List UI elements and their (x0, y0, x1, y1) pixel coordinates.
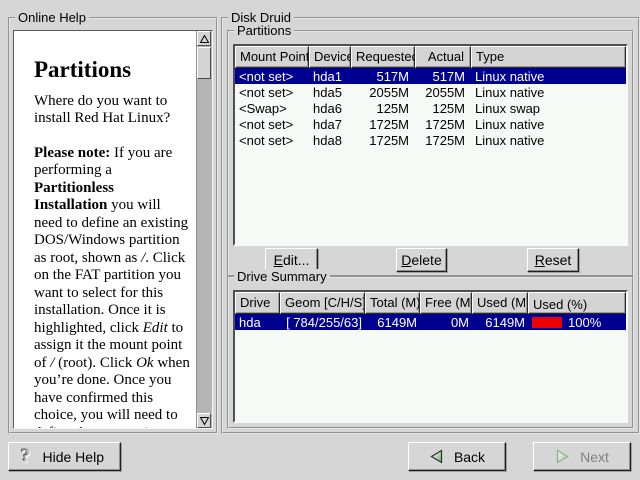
partition-row[interactable]: <not set>hda81725M1725MLinux native (235, 132, 626, 148)
help-paragraph-intro: Where do you want to install Red Hat Lin… (34, 93, 190, 128)
hide-help-button[interactable]: ? Hide Help (8, 442, 121, 471)
drive-summary-frame: Drive Summary Drive Geom [C/H/S] Total (… (227, 276, 634, 429)
cell-device: hda6 (309, 101, 351, 116)
drive-summary-table-header: Drive Geom [C/H/S] Total (M) Free (M) Us… (235, 292, 626, 314)
cell-used-pct: 100% (528, 315, 626, 330)
column-header-geom[interactable]: Geom [C/H/S] (280, 292, 365, 314)
cell-mount-point: <not set> (235, 117, 309, 132)
reset-button[interactable]: Reset (527, 248, 579, 272)
cell-used-m: 6149M (472, 315, 528, 330)
drive-summary-frame-label: Drive Summary (234, 269, 330, 284)
column-header-drive[interactable]: Drive (235, 292, 280, 314)
cell-type: Linux native (471, 69, 626, 84)
partitions-frame-label: Partitions (234, 23, 294, 38)
cell-type: Linux swap (471, 101, 626, 116)
help-note-bold: Partitionless Installation (34, 180, 114, 214)
used-percent-value: 100% (568, 315, 601, 330)
cell-mount-point: <not set> (235, 133, 309, 148)
scroll-down-icon[interactable] (197, 413, 211, 428)
help-paragraph-note: Please note: If you are performing a Par… (34, 145, 190, 429)
partitions-table-body: <not set>hda1517M517MLinux native<not se… (235, 68, 626, 244)
online-help-frame-label: Online Help (15, 10, 89, 25)
back-arrow-icon (429, 449, 444, 464)
cell-actual: 1725M (415, 117, 471, 132)
back-button-label: Back (454, 449, 485, 465)
column-header-total[interactable]: Total (M) (365, 292, 420, 314)
disk-druid-frame: Disk Druid Partitions Mount Point Device… (221, 17, 640, 434)
next-button[interactable]: Next (533, 442, 631, 471)
delete-button[interactable]: Delete (396, 248, 447, 272)
cell-mount-point: <not set> (235, 85, 309, 100)
cell-actual: 2055M (415, 85, 471, 100)
cell-requested: 1725M (351, 133, 415, 148)
cell-device: hda5 (309, 85, 351, 100)
column-header-device[interactable]: Device (309, 46, 351, 68)
column-header-used-m[interactable]: Used (M) (472, 292, 528, 314)
column-header-requested[interactable]: Requested (351, 46, 415, 68)
cell-type: Linux native (471, 117, 626, 132)
drive-row[interactable]: hda[ 784/255/63]6149M0M6149M100% (235, 314, 626, 330)
cell-actual: 125M (415, 101, 471, 116)
partitions-table-header: Mount Point Device Requested Actual Type (235, 46, 626, 68)
column-header-type[interactable]: Type (471, 46, 626, 68)
cell-type: Linux native (471, 133, 626, 148)
question-mark-icon: ? (21, 447, 31, 466)
cell-requested: 1725M (351, 117, 415, 132)
partition-row[interactable]: <Swap>hda6125M125MLinux swap (235, 100, 626, 116)
cell-device: hda1 (309, 69, 351, 84)
delete-button-label: elete (411, 252, 441, 268)
reset-button-label: eset (545, 252, 571, 268)
back-button[interactable]: Back (408, 442, 506, 471)
drive-summary-table: Drive Geom [C/H/S] Total (M) Free (M) Us… (233, 290, 628, 423)
cell-requested: 125M (351, 101, 415, 116)
cell-actual: 1725M (415, 133, 471, 148)
cell-requested: 2055M (351, 85, 415, 100)
help-scrollbar[interactable] (196, 31, 212, 428)
column-header-mount-point[interactable]: Mount Point (235, 46, 309, 68)
cell-device: hda7 (309, 117, 351, 132)
column-header-actual[interactable]: Actual (415, 46, 471, 68)
cell-device: hda8 (309, 133, 351, 148)
used-percent-bar (532, 317, 562, 328)
scroll-up-icon[interactable] (197, 31, 211, 46)
scrollbar-thumb[interactable] (197, 47, 211, 79)
help-note-text: (root). Click (54, 355, 136, 371)
reset-button-label: R (535, 252, 545, 268)
hide-help-button-label: Hide Help (43, 449, 104, 465)
partition-row[interactable]: <not set>hda1517M517MLinux native (235, 68, 626, 84)
drive-summary-table-body: hda[ 784/255/63]6149M0M6149M100% (235, 314, 626, 421)
help-note-bold: Please note: (34, 145, 110, 161)
edit-button-label: dit... (283, 252, 309, 268)
installer-screen: Online Help Partitions Where do you want… (0, 0, 640, 480)
partitions-frame: Partitions Mount Point Device Requested … (227, 30, 634, 277)
cell-type: Linux native (471, 85, 626, 100)
cell-drive: hda (235, 315, 280, 330)
cell-total: 6149M (365, 315, 420, 330)
next-arrow-icon (555, 449, 570, 464)
cell-mount-point: <Swap> (235, 101, 309, 116)
help-text-panel: Partitions Where do you want to install … (13, 30, 213, 429)
column-header-free[interactable]: Free (M) (420, 292, 472, 314)
delete-button-label: D (401, 252, 411, 268)
help-content: Partitions Where do you want to install … (14, 31, 196, 428)
partition-row[interactable]: <not set>hda52055M2055MLinux native (235, 84, 626, 100)
next-button-label: Next (580, 449, 609, 465)
partitions-table: Mount Point Device Requested Actual Type… (233, 44, 628, 246)
cell-requested: 517M (351, 69, 415, 84)
cell-free: 0M (420, 315, 472, 330)
column-header-used-pct[interactable]: Used (%) (528, 292, 626, 314)
cell-actual: 517M (415, 69, 471, 84)
online-help-frame: Online Help Partitions Where do you want… (8, 17, 218, 434)
help-title: Partitions (34, 61, 190, 79)
cell-mount-point: <not set> (235, 69, 309, 84)
edit-button-label: E (274, 252, 283, 268)
partition-row[interactable]: <not set>hda71725M1725MLinux native (235, 116, 626, 132)
help-note-italic: Ok (136, 355, 154, 371)
help-note-italic: Edit (143, 320, 168, 336)
cell-geom: [ 784/255/63] (280, 315, 365, 330)
